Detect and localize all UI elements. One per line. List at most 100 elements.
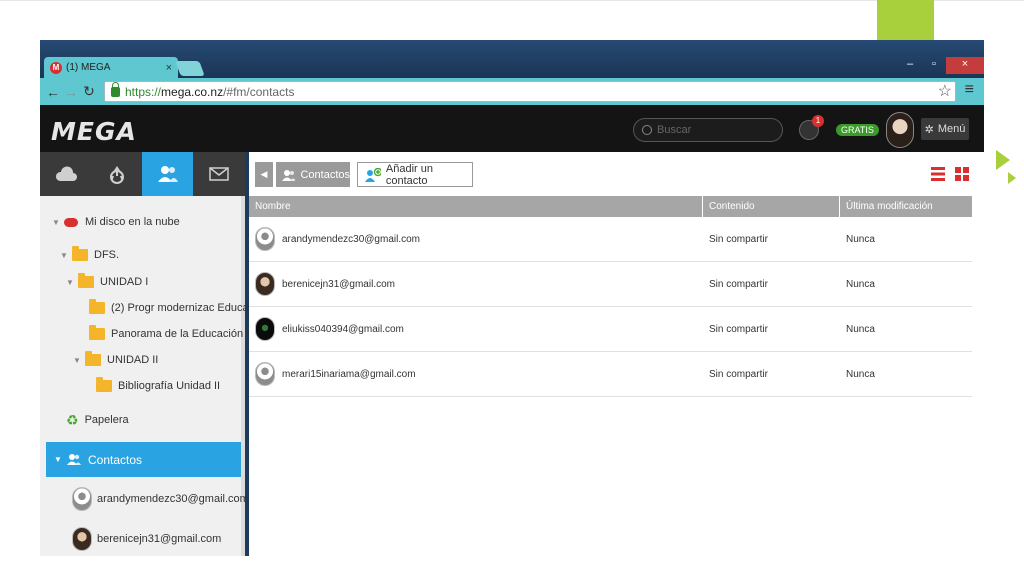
tree-item-unidad-2[interactable]: ▼ UNIDAD II [73, 350, 158, 370]
tree-item-cloud-drive[interactable]: ▼ Mi disco en la nube [52, 212, 180, 232]
browser-window: M (1) MEGA × – ▫ × ← → ↻ https:// mega.c… [40, 40, 984, 556]
contact-modified-cell: Nunca [846, 233, 875, 245]
column-header-name[interactable]: Nombre [249, 196, 703, 217]
folder-icon [72, 246, 88, 261]
search-input[interactable] [655, 123, 765, 137]
mega-favicon-icon: M [50, 61, 62, 74]
chevron-down-icon[interactable]: ▼ [73, 356, 85, 365]
chevron-left-icon: ◀ [260, 169, 268, 179]
slide-arrow-small-icon [1008, 172, 1016, 184]
tab-rubbish-bin[interactable] [91, 152, 142, 196]
avatar [255, 362, 275, 386]
sidebar-nav-tabs [40, 152, 245, 196]
tree-item-folder-bibliografia[interactable]: Bibliografía Unidad II [96, 376, 220, 396]
folder-icon [85, 351, 101, 366]
minimize-icon[interactable]: – [898, 57, 922, 74]
breadcrumb[interactable]: Contactos [276, 162, 350, 187]
folder-icon [96, 377, 112, 392]
grid-view-icon[interactable] [955, 167, 969, 181]
tree-label: UNIDAD II [107, 354, 159, 366]
window-close-icon[interactable]: × [946, 57, 984, 74]
plan-badge[interactable]: GRATIS [836, 124, 879, 136]
back-button[interactable]: ◀ [255, 162, 273, 187]
sidebar-contact-item[interactable]: berenicejn31@gmail.com [72, 526, 221, 552]
list-view-icon[interactable] [931, 167, 945, 181]
mega-logo[interactable]: MEGA [51, 117, 137, 146]
add-contact-button[interactable]: Añadir un contacto [357, 162, 473, 187]
contact-modified-cell: Nunca [846, 278, 875, 290]
sidebar-contact-item[interactable]: arandymendezc30@gmail.com [72, 486, 249, 512]
bookmark-star-icon[interactable]: ☆ [938, 81, 952, 101]
menu-button[interactable]: ✲ Menú [921, 118, 969, 140]
browser-menu-icon[interactable]: ≡ [965, 81, 974, 99]
reload-icon[interactable]: ↻ [80, 83, 98, 100]
slide-arrow-icon [996, 150, 1010, 170]
column-header-content[interactable]: Contenido [703, 196, 840, 217]
contact-email: merari15inariama@gmail.com [282, 368, 416, 380]
contact-content-cell: Sin compartir [709, 323, 768, 335]
tab-title: (1) MEGA [66, 62, 111, 73]
sidebar-contact-email: berenicejn31@gmail.com [97, 533, 222, 545]
contact-content-cell: Sin compartir [709, 278, 768, 290]
tree-item-trash[interactable]: ♻ Papelera [66, 410, 129, 430]
sidebar-contacts-label: Contactos [88, 452, 143, 467]
contacts-table: Nombre Contenido Última modificación ara… [249, 196, 972, 397]
tab-inbox[interactable] [193, 152, 244, 196]
address-bar[interactable]: https:// mega.co.nz /#fm/contacts [104, 81, 956, 102]
avatar [72, 487, 92, 511]
user-avatar[interactable] [886, 112, 914, 148]
table-row[interactable]: merari15inariama@gmail.com Sin compartir… [249, 352, 972, 397]
contact-modified-cell: Nunca [846, 323, 875, 335]
chevron-down-icon[interactable]: ▼ [66, 278, 78, 287]
title-bar: M (1) MEGA × – ▫ × [40, 40, 984, 78]
search-icon [642, 125, 652, 135]
cloud-icon [64, 217, 78, 227]
contact-email: berenicejn31@gmail.com [282, 278, 395, 290]
tree-item-folder-progr[interactable]: (2) Progr modernizac Educativa [89, 298, 266, 318]
notifications-icon[interactable]: 1 [799, 115, 824, 140]
tree-label: Panorama de la Educación A- [111, 328, 257, 340]
gear-icon: ✲ [924, 123, 934, 136]
maximize-icon[interactable]: ▫ [922, 57, 946, 74]
window-controls: – ▫ × [898, 57, 984, 74]
contacts-icon [282, 169, 296, 181]
sidebar-item-contacts[interactable]: ▼ Contactos [46, 442, 241, 477]
cloud-icon [55, 166, 77, 181]
add-contact-icon [365, 167, 381, 182]
breadcrumb-label: Contactos [300, 168, 350, 181]
main-panel: ◀ Contactos Añadir un contacto Nombre Co… [249, 152, 984, 556]
tree-label: Papelera [84, 414, 129, 426]
contact-email: arandymendezc30@gmail.com [282, 233, 420, 245]
contact-content-cell: Sin compartir [709, 368, 768, 380]
mega-header: MEGA 1 GRATIS ✲ Menú [40, 105, 984, 152]
folder-icon [89, 325, 105, 340]
tree-item-unidad-1[interactable]: ▼ UNIDAD I [66, 272, 148, 292]
forward-arrow-icon[interactable]: → [62, 84, 80, 100]
tree-item-dfs[interactable]: ▼ DFS. [60, 245, 119, 265]
new-tab-button[interactable] [175, 61, 205, 76]
contact-content-cell: Sin compartir [709, 233, 768, 245]
tree-label: Mi disco en la nube [85, 216, 180, 228]
chevron-down-icon[interactable]: ▼ [52, 218, 64, 227]
tab-cloud-drive[interactable] [40, 152, 91, 196]
folder-icon [89, 299, 105, 314]
chevron-down-icon[interactable]: ▼ [54, 455, 66, 464]
add-contact-label: Añadir un contacto [385, 162, 433, 187]
tree-item-folder-panorama[interactable]: Panorama de la Educación A- [89, 324, 257, 344]
table-row[interactable]: berenicejn31@gmail.com Sin compartir Nun… [249, 262, 972, 307]
browser-tab[interactable]: M (1) MEGA × [44, 57, 178, 78]
mail-icon [208, 167, 229, 181]
column-header-modified[interactable]: Última modificación [840, 196, 972, 217]
url-scheme: https:// [125, 84, 162, 99]
contacts-icon [67, 454, 81, 465]
tab-contacts[interactable] [142, 152, 193, 196]
contact-name-cell: merari15inariama@gmail.com [249, 362, 703, 386]
table-row[interactable]: arandymendezc30@gmail.com Sin compartir … [249, 217, 972, 262]
tab-close-icon[interactable]: × [166, 62, 172, 74]
back-arrow-icon[interactable]: ← [44, 84, 62, 100]
search-box[interactable] [633, 118, 783, 142]
chevron-down-icon[interactable]: ▼ [60, 251, 72, 260]
lock-icon [111, 81, 120, 97]
notification-badge: 1 [812, 115, 824, 127]
table-row[interactable]: eliukiss040394@gmail.com Sin compartir N… [249, 307, 972, 352]
